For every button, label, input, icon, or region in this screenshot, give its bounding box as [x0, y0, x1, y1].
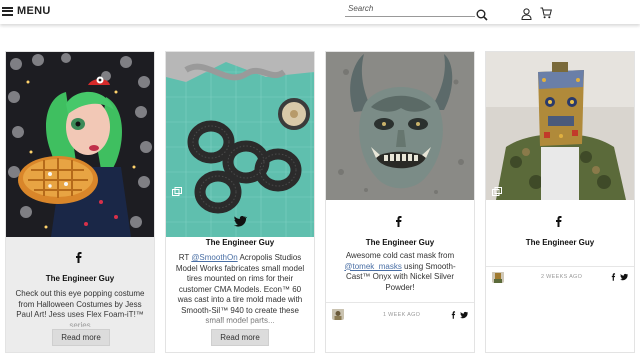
top-bar: MENU — [0, 0, 640, 24]
post-image[interactable] — [6, 52, 154, 237]
post-text: Awesome cold cast mask from @tomek_masks… — [344, 251, 456, 291]
post-image[interactable] — [326, 52, 474, 200]
hamburger-icon — [2, 6, 13, 16]
post-date: 2 WEEKS AGO — [541, 274, 583, 280]
facebook-icon[interactable] — [326, 215, 474, 228]
search-icon[interactable] — [476, 9, 488, 21]
social-post-card[interactable]: The Engineer Guy 2 WEEKS AGO — [485, 51, 635, 353]
avatar[interactable] — [492, 271, 504, 283]
post-author[interactable]: The Engineer Guy — [6, 274, 154, 283]
post-image[interactable] — [486, 52, 634, 200]
avatar[interactable] — [332, 308, 344, 320]
gallery-icon — [492, 187, 502, 196]
mention-link[interactable]: @tomek_masks — [344, 262, 401, 271]
facebook-icon[interactable] — [6, 251, 154, 264]
gallery-icon — [172, 187, 182, 196]
read-more-button[interactable]: Read more — [211, 329, 269, 346]
facebook-icon[interactable] — [486, 215, 634, 228]
read-more-button[interactable]: Read more — [52, 329, 110, 346]
social-post-card[interactable]: The Engineer Guy Awesome cold cast mask … — [325, 51, 475, 353]
facebook-icon[interactable] — [610, 273, 618, 281]
twitter-icon[interactable] — [166, 215, 314, 227]
menu-button[interactable]: MENU — [2, 5, 51, 17]
post-author[interactable]: The Engineer Guy — [486, 238, 634, 247]
card-divider — [326, 302, 474, 303]
card-divider — [486, 266, 634, 267]
mention-link[interactable]: @SmoothOn — [191, 253, 237, 262]
menu-label: MENU — [17, 5, 51, 17]
twitter-icon[interactable] — [460, 311, 468, 319]
social-post-card[interactable]: The Engineer Guy RT @SmoothOn Acropolis … — [165, 51, 315, 353]
post-image[interactable] — [166, 52, 314, 237]
post-author[interactable]: The Engineer Guy — [166, 238, 314, 247]
twitter-icon[interactable] — [620, 273, 628, 281]
post-author[interactable]: The Engineer Guy — [326, 238, 474, 247]
post-date: 1 WEEK AGO — [383, 312, 421, 318]
facebook-icon[interactable] — [450, 311, 458, 319]
user-icon[interactable] — [521, 8, 532, 20]
search-input[interactable] — [345, 1, 475, 17]
social-post-card[interactable]: The Engineer Guy Check out this eye popp… — [5, 51, 155, 353]
cart-icon[interactable] — [540, 7, 552, 19]
